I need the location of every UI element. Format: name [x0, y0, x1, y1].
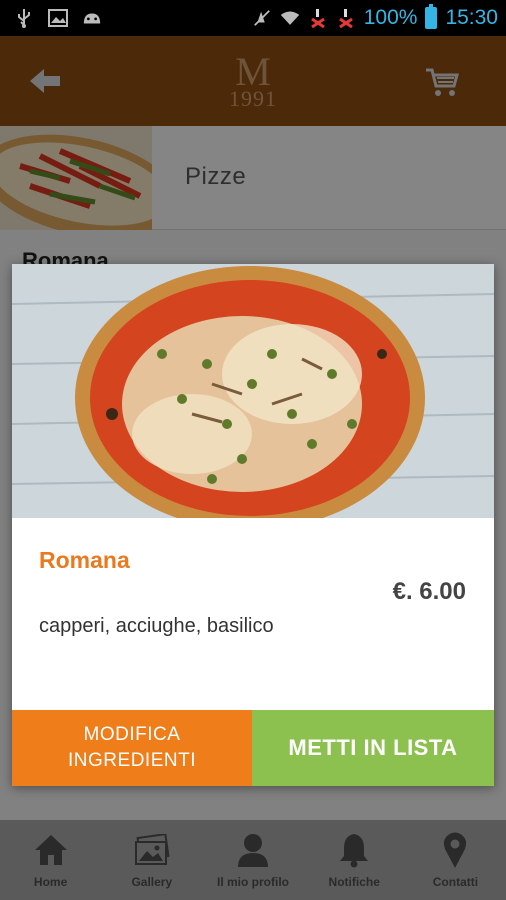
nav-label-home: Home	[33, 875, 68, 889]
signal-off-icon	[308, 8, 328, 29]
add-to-list-button[interactable]: METTI IN LISTA	[252, 710, 494, 786]
product-photo	[12, 264, 494, 518]
bell-icon	[334, 830, 374, 870]
product-name: Romana	[39, 547, 130, 573]
image-icon	[48, 8, 68, 28]
usb-icon	[14, 8, 34, 28]
product-details: Romana €. 6.00 capperi, acciughe, basili…	[12, 518, 494, 710]
bottom-navigation: Home Gallery Il mio profilo Notifiche Co…	[0, 820, 506, 900]
battery-icon	[425, 4, 438, 29]
battery-percent: 100%	[363, 6, 418, 29]
clock: 15:30	[445, 6, 498, 29]
nav-item-notifications[interactable]: Notifiche	[304, 820, 405, 900]
product-price: €. 6.00	[392, 578, 466, 605]
status-bar: 100% 15:30	[0, 0, 506, 36]
mute-icon	[252, 8, 272, 28]
nav-item-contacts[interactable]: Contatti	[405, 820, 506, 900]
product-description: capperi, acciughe, basilico	[39, 615, 274, 637]
modify-ingredients-button[interactable]: MODIFICA INGREDIENTI	[12, 710, 252, 786]
nav-item-home[interactable]: Home	[0, 820, 101, 900]
nav-item-profile[interactable]: Il mio profilo	[202, 820, 303, 900]
gallery-icon	[132, 830, 172, 870]
nav-label-contacts: Contatti	[432, 875, 479, 889]
modify-ingredients-label: MODIFICA INGREDIENTI	[68, 724, 196, 771]
nav-label-notifications: Notifiche	[328, 875, 380, 889]
add-to-list-label: METTI IN LISTA	[288, 735, 458, 760]
nav-item-gallery[interactable]: Gallery	[101, 820, 202, 900]
home-icon	[31, 830, 71, 870]
signal-off-icon	[336, 8, 356, 29]
nav-label-profile: Il mio profilo	[217, 875, 289, 889]
user-icon	[233, 830, 273, 870]
android-icon	[82, 8, 102, 28]
nav-label-gallery: Gallery	[131, 875, 173, 889]
wifi-icon	[280, 8, 300, 28]
map-pin-icon	[435, 830, 475, 870]
product-dialog: Romana €. 6.00 capperi, acciughe, basili…	[12, 264, 494, 786]
app-screen: 100% 15:30 M 1991 Pizze Romana Romana €.…	[0, 0, 506, 900]
